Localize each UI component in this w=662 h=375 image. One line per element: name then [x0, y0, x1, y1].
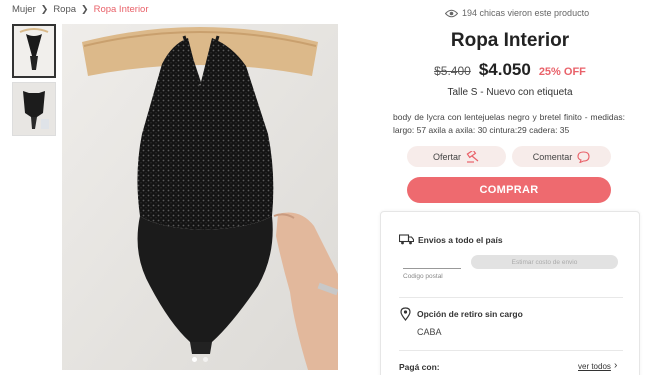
chevron-right-icon: ❯: [81, 4, 89, 14]
views-counter: 194 chicas vieron este producto: [445, 8, 589, 18]
size-condition: Talle S - Nuevo con etiqueta: [447, 87, 573, 98]
breadcrumb-current: Ropa Interior: [93, 4, 149, 15]
thumbnail-list: [12, 24, 56, 140]
price-row: $5.400 $4.050 25% OFF: [392, 60, 628, 80]
original-price: $5.400: [434, 64, 471, 78]
carousel-dot-1[interactable]: [192, 357, 197, 362]
product-title: Ropa Interior: [450, 30, 570, 51]
pickup-location: CABA: [417, 327, 442, 337]
offer-label: Ofertar: [432, 151, 461, 162]
carousel-dot-2[interactable]: [203, 357, 208, 362]
postal-code-label: Codigo postal: [403, 273, 443, 280]
product-description: body de lycra con lentejuelas negro y br…: [393, 112, 625, 135]
carousel-dots: [192, 357, 208, 362]
truck-icon: [399, 234, 414, 245]
breadcrumb: Mujer ❯ Ropa ❯ Ropa Interior: [12, 4, 149, 15]
comment-label: Comentar: [532, 151, 573, 162]
pickup-title: Opción de retiro sin cargo: [417, 309, 523, 319]
estimate-shipping-button[interactable]: Estimar costo de envio: [471, 255, 618, 269]
current-price: $4.050: [478, 60, 531, 79]
thumbnail-1[interactable]: [12, 24, 56, 78]
buy-button[interactable]: COMPRAR: [407, 177, 611, 203]
divider: [399, 297, 623, 298]
offer-hammer-icon: [466, 150, 480, 163]
comment-button[interactable]: Comentar: [512, 146, 611, 167]
thumbnail-1-image: [14, 26, 54, 76]
chevron-right-icon: ❯: [40, 4, 49, 14]
breadcrumb-mujer[interactable]: Mujer: [12, 4, 36, 15]
views-text: 194 chicas vieron este producto: [462, 8, 590, 18]
thumbnail-2[interactable]: [12, 82, 56, 136]
comment-bubble-icon: [577, 150, 590, 163]
payment-title: Pagá con:: [399, 362, 440, 372]
chevron-right-icon[interactable]: ›: [614, 360, 617, 371]
eye-icon: [445, 9, 458, 18]
breadcrumb-ropa[interactable]: Ropa: [53, 4, 76, 15]
discount-badge: 25% OFF: [538, 66, 586, 78]
divider: [399, 350, 623, 351]
product-photo: [62, 24, 338, 370]
location-pin-icon: [400, 307, 411, 321]
see-all-payment-link[interactable]: ver todos: [578, 362, 611, 371]
offer-button[interactable]: Ofertar: [407, 146, 506, 167]
postal-code-input[interactable]: [403, 268, 461, 269]
shipping-title: Envios a todo el país: [418, 235, 503, 245]
shipping-card: Envios a todo el país Codigo postal Esti…: [380, 211, 640, 375]
thumbnail-2-image: [13, 83, 55, 135]
main-product-image[interactable]: [62, 24, 338, 370]
